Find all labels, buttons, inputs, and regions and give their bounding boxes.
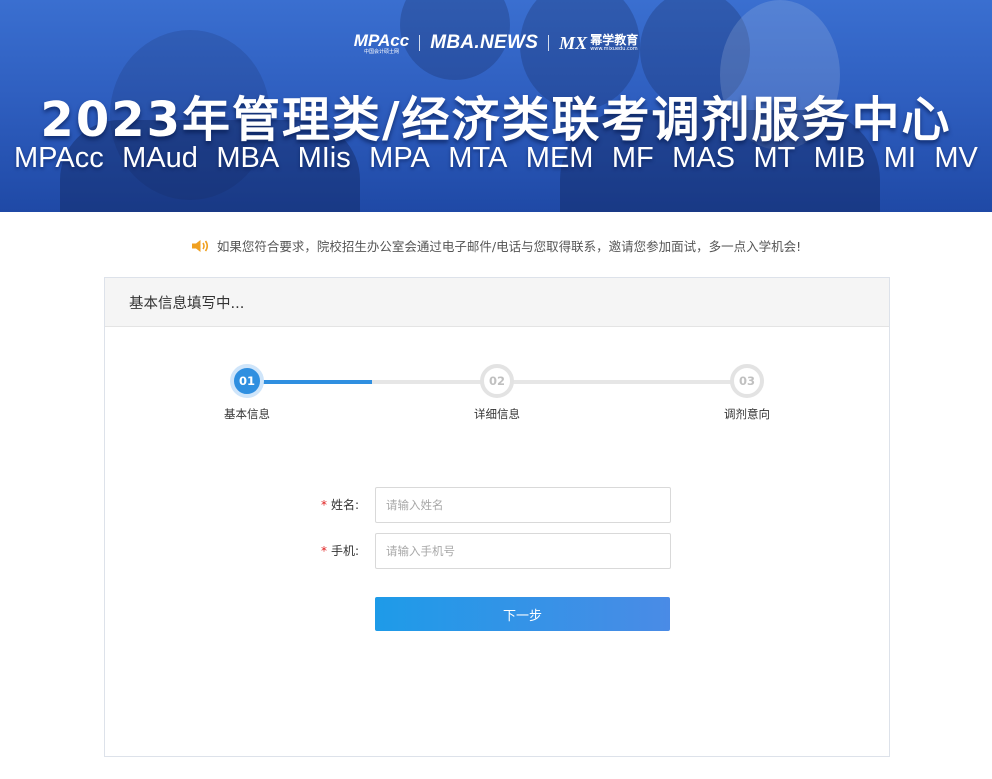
mpacc-logo[interactable]: MPAcc 中国会计硕士网 <box>354 32 409 55</box>
mixue-logo[interactable]: MX 幂学教育 www.mixuedu.com <box>559 33 638 54</box>
phone-label: * 手机: <box>320 544 359 558</box>
step-2-circle: 02 <box>480 364 514 398</box>
program-item: MEM <box>525 142 594 174</box>
next-step-button[interactable]: 下一步 <box>375 597 670 631</box>
program-item: MF <box>611 142 654 174</box>
program-item: MI <box>883 142 916 174</box>
step-progress: 01 基本信息 02 详细信息 03 调剂意向 <box>105 278 891 438</box>
banner-title: 2023年管理类/经济类联考调剂服务中心 <box>40 92 952 148</box>
required-mark: * <box>320 498 327 512</box>
step-track <box>497 380 747 384</box>
step-3-circle: 03 <box>730 364 764 398</box>
program-list: MPAcc MAud MBA MIis MPA MTA MEM MF MAS M… <box>0 142 992 175</box>
program-item: MBA <box>216 142 280 174</box>
phone-row: * 手机: <box>105 533 891 569</box>
program-item: MT <box>753 142 796 174</box>
program-item: MTA <box>448 142 508 174</box>
speaker-icon <box>191 239 208 252</box>
notice-bar: 如果您符合要求，院校招生办公室会通过电子邮件/电话与您取得联系，邀请您参加面试，… <box>0 236 992 255</box>
required-mark: * <box>320 544 327 558</box>
program-item: MPA <box>369 142 430 174</box>
name-label: * 姓名: <box>320 498 359 512</box>
header-banner: MPAcc 中国会计硕士网 MBA.NEWS MX 幂学教育 www.mixue… <box>0 0 992 212</box>
program-item: MPAcc <box>14 142 104 174</box>
program-item: MAud <box>122 142 198 174</box>
program-item: MV <box>934 142 978 174</box>
registration-card: 基本信息填写中... 01 基本信息 02 详细信息 03 调剂意向 * 姓名: … <box>104 277 890 757</box>
mba-news-logo[interactable]: MBA.NEWS <box>430 32 538 54</box>
step-1-label: 基本信息 <box>224 407 270 421</box>
logo-divider <box>419 35 421 51</box>
step-1-circle: 01 <box>230 364 264 398</box>
program-item: MAS <box>672 142 736 174</box>
program-item: MIB <box>813 142 866 174</box>
partner-logos: MPAcc 中国会计硕士网 MBA.NEWS MX 幂学教育 www.mixue… <box>0 30 992 56</box>
notice-text: 如果您符合要求，院校招生办公室会通过电子邮件/电话与您取得联系，邀请您参加面试，… <box>216 239 802 254</box>
name-row: * 姓名: <box>105 487 891 523</box>
step-2-label: 详细信息 <box>474 407 520 421</box>
program-item: MIis <box>297 142 351 174</box>
name-input[interactable] <box>375 487 671 523</box>
step-progress-fill <box>247 380 372 384</box>
logo-divider <box>548 35 550 51</box>
step-3-label: 调剂意向 <box>724 407 770 421</box>
phone-input[interactable] <box>375 533 671 569</box>
